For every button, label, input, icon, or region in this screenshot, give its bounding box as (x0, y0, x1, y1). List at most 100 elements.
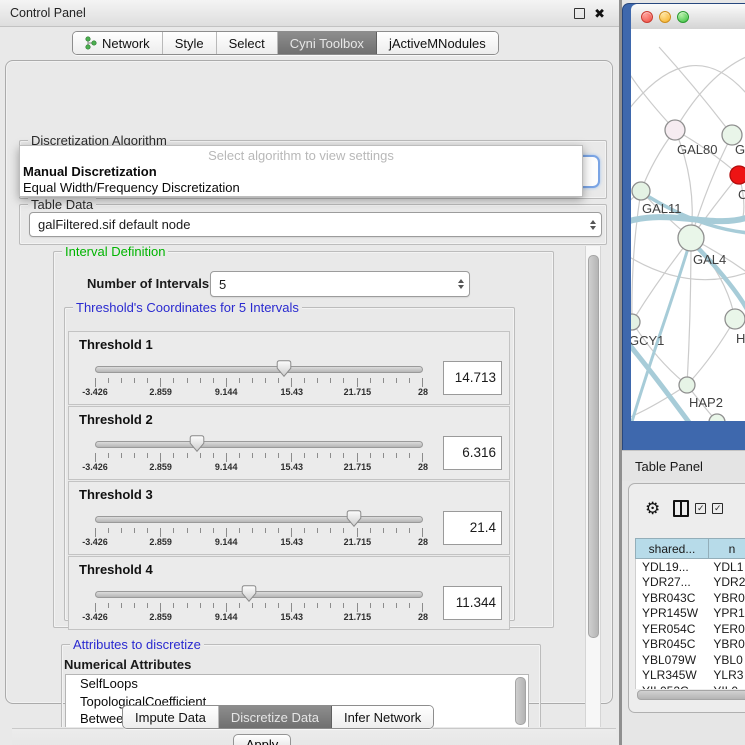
table-toolbar: ⚙ ✓ ✓ (629, 484, 745, 532)
tab-infer-network[interactable]: Infer Network (332, 706, 433, 728)
table-row[interactable]: YBL079WYBL0 (636, 652, 745, 668)
numerical-attributes-label: Numerical Attributes (64, 657, 191, 672)
node-label: GCY1 (631, 333, 664, 348)
select-none-icon[interactable]: ✓ (712, 503, 723, 514)
tick-label: 15.43 (281, 462, 304, 472)
threshold-label: Threshold 1 (79, 337, 153, 352)
slider-track[interactable] (95, 516, 423, 523)
slider-track[interactable] (95, 591, 423, 598)
table-row[interactable]: YBR045CYBR0 (636, 637, 745, 653)
table-row[interactable]: YLR345WYLR3 (636, 668, 745, 684)
table-row[interactable]: YDL19...YDL1 (636, 559, 745, 575)
select-all-icon[interactable]: ✓ (695, 503, 706, 514)
column-header-2[interactable]: n (709, 538, 745, 559)
tick-label: 21.715 (344, 537, 372, 547)
tick-label: 21.715 (344, 612, 372, 622)
threshold-panel-2: Threshold 2-3.4262.8599.14415.4321.71528… (68, 406, 510, 480)
combo-arrows-icon (585, 220, 601, 230)
table-cell[interactable]: YER054C (636, 622, 709, 636)
tab-impute-data[interactable]: Impute Data (123, 706, 219, 728)
threshold-value-field[interactable]: 14.713 (443, 361, 502, 395)
network-node[interactable] (665, 120, 685, 140)
network-node[interactable] (679, 377, 695, 393)
threshold-slider[interactable] (95, 591, 423, 599)
table-cell[interactable]: YBL0 (709, 653, 745, 667)
number-of-intervals-combobox[interactable]: 5 (210, 271, 470, 297)
close-window-icon[interactable]: ✖ (594, 7, 605, 20)
apply-button[interactable]: Apply (233, 734, 291, 745)
network-edge (687, 319, 735, 385)
table-cell[interactable]: YIL0 (709, 684, 745, 689)
network-canvas[interactable]: GAL80GACGAL11GAL4GCY1HHAP2 (631, 29, 745, 421)
threshold-value-field[interactable]: 11.344 (443, 586, 502, 620)
tab-label: Discretize Data (231, 710, 319, 725)
table-cell[interactable]: YBR0 (709, 637, 745, 651)
table-header-row: shared...n (635, 538, 745, 559)
show-columns-icon[interactable] (673, 500, 689, 517)
float-window-icon[interactable] (574, 8, 585, 19)
table-row[interactable]: YDR27...YDR2 (636, 575, 745, 591)
dropdown-option-manual-discretization[interactable]: Manual Discretization (20, 164, 582, 180)
table-row[interactable]: YBR043CYBR0 (636, 590, 745, 606)
scrollbar-thumb[interactable] (637, 690, 745, 700)
tab-select[interactable]: Select (217, 32, 278, 54)
tab-style[interactable]: Style (163, 32, 217, 54)
table-cell[interactable]: YPR145W (636, 606, 709, 620)
table-cell[interactable]: YBL079W (636, 653, 709, 667)
node-label: GAL11 (642, 201, 682, 216)
table-cell[interactable]: YIL052C (636, 684, 709, 689)
table-cell[interactable]: YDR27... (636, 575, 709, 589)
network-node[interactable] (631, 314, 640, 330)
network-node[interactable] (678, 225, 704, 251)
dropdown-option-equal-width-frequency-discretization[interactable]: Equal Width/Frequency Discretization (20, 180, 582, 196)
attribute-item-selfloops[interactable]: SelfLoops (66, 675, 528, 693)
network-node[interactable] (632, 182, 650, 200)
minimize-traffic-light-icon[interactable] (659, 11, 671, 23)
list-scrollbar[interactable] (515, 677, 526, 725)
slider-track[interactable] (95, 441, 423, 448)
table-row[interactable]: YIL052CYIL0 (636, 683, 745, 689)
table-horizontal-scrollbar[interactable] (634, 690, 745, 699)
table-row[interactable]: YPR145WYPR1 (636, 606, 745, 622)
threshold-panel-1: Threshold 1-3.4262.8599.14415.4321.71528… (68, 331, 510, 405)
table-cell[interactable]: YPR1 (709, 606, 745, 620)
cyni-bottom-tabs: Impute Data Discretize Data Infer Network (122, 705, 434, 729)
tick-label: 15.43 (281, 387, 304, 397)
scrollbar-thumb[interactable] (588, 255, 599, 638)
zoom-traffic-light-icon[interactable] (677, 11, 689, 23)
table-cell[interactable]: YLR345W (636, 668, 709, 682)
tab-discretize-data[interactable]: Discretize Data (219, 706, 332, 728)
table-cell[interactable]: YDL1 (709, 560, 745, 574)
number-of-intervals-label: Number of Intervals (87, 276, 209, 291)
table-cell[interactable]: YBR0 (709, 591, 745, 605)
network-node[interactable] (725, 309, 745, 329)
tick-label: 28 (418, 612, 428, 622)
close-traffic-light-icon[interactable] (641, 11, 653, 23)
control-panel: Control Panel ✖ NetworkStyleSelectCyni T… (0, 0, 619, 745)
table-row[interactable]: YER054CYER0 (636, 621, 745, 637)
table-data-group: Table Data galFiltered.sif default node (19, 204, 607, 245)
table-cell[interactable]: YBR045C (636, 637, 709, 651)
table-cell[interactable]: YBR043C (636, 591, 709, 605)
dropdown-placeholder-item[interactable]: Select algorithm to view settings (20, 146, 582, 164)
network-node[interactable] (730, 166, 745, 184)
threshold-value-field[interactable]: 6.316 (443, 436, 502, 470)
threshold-slider[interactable] (95, 366, 423, 374)
panel-scrollbar[interactable] (585, 246, 601, 727)
column-header-1[interactable]: shared... (635, 538, 709, 559)
threshold-label: Threshold 3 (79, 487, 153, 502)
tab-cyni-toolbox[interactable]: Cyni Toolbox (278, 32, 377, 54)
table-cell[interactable]: YLR3 (709, 668, 745, 682)
threshold-slider[interactable] (95, 516, 423, 524)
table-data-combobox[interactable]: galFiltered.sif default node (29, 212, 602, 237)
slider-track[interactable] (95, 366, 423, 373)
network-edge (631, 66, 745, 109)
tab-network[interactable]: Network (73, 32, 163, 54)
table-cell[interactable]: YDL19... (636, 560, 709, 574)
table-cell[interactable]: YER0 (709, 622, 745, 636)
threshold-value-field[interactable]: 21.4 (443, 511, 502, 545)
threshold-slider[interactable] (95, 441, 423, 449)
gear-icon[interactable]: ⚙ (645, 500, 660, 517)
tab-jactivemnodules[interactable]: jActiveMNodules (377, 32, 498, 54)
table-cell[interactable]: YDR2 (709, 575, 745, 589)
